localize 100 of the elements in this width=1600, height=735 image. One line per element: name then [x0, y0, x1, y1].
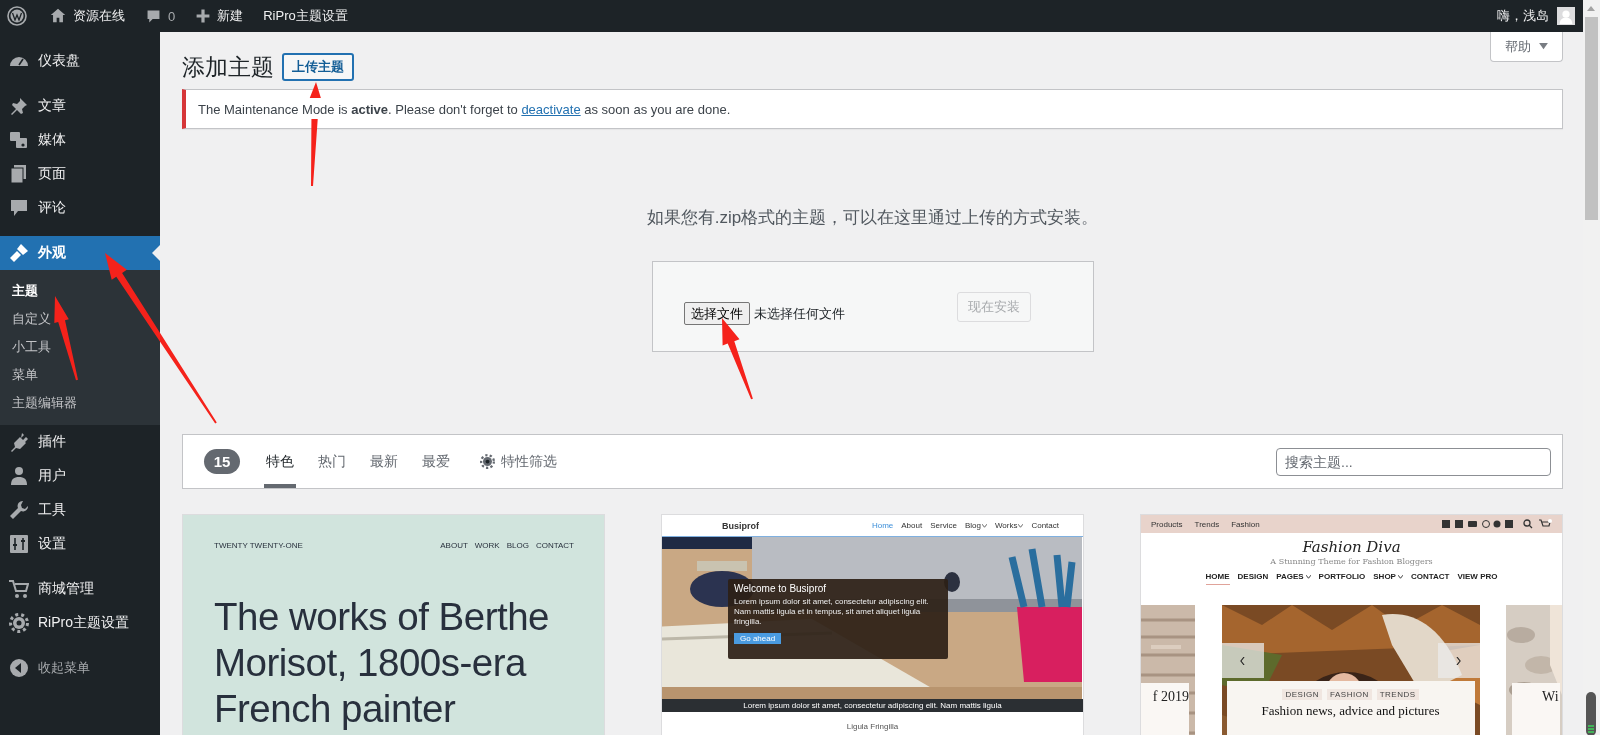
sidebar-item[interactable]: 设置 — [0, 527, 160, 561]
user-icon — [9, 466, 29, 486]
section-title: Ligula Fringilla — [845, 722, 900, 731]
nav-link[interactable]: HOME — [1205, 572, 1230, 585]
nav-link[interactable]: Blog — [964, 521, 987, 530]
site-tagline: A Stunning Theme for Fashion Bloggers — [1270, 557, 1433, 566]
theme-count: 15 — [204, 449, 240, 474]
plus-icon — [195, 8, 212, 24]
brush-icon — [9, 243, 29, 263]
feature-filter-link[interactable]: 特性筛选 — [480, 452, 557, 471]
top-link[interactable]: Products — [1151, 519, 1183, 529]
category-tag[interactable]: DESIGN — [1282, 689, 1323, 700]
pin-icon — [9, 96, 29, 116]
collapse-menu[interactable]: 收起菜单 — [0, 651, 160, 685]
nav-link: BLOG — [506, 541, 529, 550]
cart-icon — [9, 579, 29, 599]
notice-text: The Maintenance Mode is active. Please don't forget to deactivate as soon as you are done. — [198, 101, 731, 117]
nav-link[interactable]: PAGES — [1276, 572, 1311, 585]
hero-text: Lorem ipsum dolor sit amet, consectetur adipiscing elit. Nam mattis ligula et in tempus, sit amet aliquet ligula fringilla. — [734, 597, 930, 627]
sidebar-item[interactable]: 插件 — [0, 425, 160, 459]
nav-link[interactable]: SHOP — [1373, 572, 1403, 585]
plug-icon — [9, 432, 29, 452]
menu-link[interactable]: RiPro主题设置 — [253, 0, 358, 32]
chevron-right-icon — [1456, 656, 1461, 665]
wrench-icon — [9, 500, 29, 520]
comments-link[interactable]: 0 — [135, 0, 186, 32]
theme-card[interactable]: Products Trends Fashion Fashion Diva A Stunning Theme for Fashion Bloggers HOME DESIGN PAGES PORTFOLIO SHOP CONTACT VIEW PRO f 2019 DESIGN FASHION TRENDS Fashion news, advice and pictures Wi — [1140, 514, 1563, 735]
gear-icon — [480, 454, 495, 469]
slide-caption: Wi — [1512, 683, 1560, 735]
sidebar-item[interactable]: 页面 — [0, 157, 160, 191]
submenu-item[interactable]: 主题 — [0, 277, 160, 305]
account-link[interactable]: 嗨，浅岛 — [1489, 0, 1583, 32]
scrollbar-thumb[interactable] — [1585, 17, 1598, 220]
pages-icon — [9, 164, 29, 184]
top-link[interactable]: Fashion — [1231, 519, 1260, 529]
filter-tab[interactable]: 特色 — [264, 435, 296, 488]
media-icon — [9, 130, 29, 150]
filter-tab[interactable]: 最新 — [368, 435, 400, 488]
file-status: 未选择任何文件 — [753, 304, 845, 323]
theme-card[interactable] — [661, 514, 1084, 735]
sidebar-item[interactable]: 外观 — [0, 236, 160, 270]
nav-link[interactable]: PORTFOLIO — [1318, 572, 1366, 585]
headline: The works of Berthe Morisot, 1800s-era French painter — [214, 594, 550, 732]
category-tag[interactable]: TRENDS — [1376, 689, 1419, 700]
top-link[interactable]: Trends — [1194, 519, 1220, 529]
deactivate-link[interactable]: deactivate — [521, 101, 581, 117]
nav-link[interactable]: Home — [871, 521, 894, 530]
tagline-strip: Lorem ipsum dolor sit amet, consectetur adipiscing elit. Nam mattis ligula — [662, 699, 1083, 712]
upload-theme-button[interactable]: 上传主题 — [282, 53, 354, 81]
sidebar-item[interactable]: 仪表盘 — [0, 44, 160, 78]
nav-link[interactable]: Service — [930, 521, 957, 530]
filter-tab[interactable]: 热门 — [316, 435, 348, 488]
scroll-up-icon — [1587, 6, 1595, 11]
comment-icon — [9, 198, 29, 218]
search-field[interactable]: 搜索主题... — [1276, 447, 1551, 476]
nav-link: WORK — [474, 541, 500, 550]
nav-link[interactable]: CONTACT — [1410, 572, 1450, 585]
nav-link[interactable]: VIEW PRO — [1457, 572, 1498, 585]
theme-card[interactable]: TWENTY TWENTY-ONE ABOUT WORK BLOG CONTACT The works of Berthe Morisot, 1800s-era French painter — [182, 514, 605, 735]
help-button[interactable]: 帮助 — [1490, 32, 1563, 62]
category-tag[interactable]: FASHION — [1327, 689, 1372, 700]
hero-title: Welcome to Busiprof — [734, 583, 828, 594]
sidebar-item[interactable]: 用户 — [0, 459, 160, 493]
sidebar-item[interactable]: RiPro主题设置 — [0, 606, 160, 640]
gear-icon — [9, 613, 29, 633]
submenu-item[interactable]: 小工具 — [0, 333, 160, 361]
sidebar-item[interactable]: 工具 — [0, 493, 160, 527]
page-title: 添加主题 — [182, 52, 274, 82]
sidebar-item[interactable]: 媒体 — [0, 123, 160, 157]
choose-file-button[interactable]: 选择文件 — [683, 302, 750, 325]
chevron-left-icon — [1240, 656, 1245, 665]
filter-tab[interactable]: 最爱 — [420, 435, 452, 488]
chevron-icon — [1305, 574, 1311, 579]
slide-title: Fashion news, advice and pictures — [1261, 703, 1440, 719]
home-icon — [49, 7, 67, 25]
site-logo: Busiprof — [722, 520, 759, 531]
caret-icon — [1539, 43, 1548, 50]
chevron-icon — [1018, 523, 1024, 528]
site-logo: Fashion Diva — [1302, 538, 1401, 556]
nav-link: CONTACT — [535, 541, 574, 550]
scroll-widget-icon — [1586, 692, 1596, 735]
nav-link[interactable]: Works — [994, 521, 1024, 530]
sidebar-item[interactable]: 文章 — [0, 89, 160, 123]
site-link[interactable]: 资源在线 — [39, 0, 135, 32]
chevron-icon — [981, 523, 987, 528]
sliders-icon — [9, 534, 29, 554]
logo-icon[interactable] — [7, 6, 27, 26]
submenu-item[interactable]: 主题编辑器 — [0, 389, 160, 417]
collapse-icon — [9, 658, 29, 678]
sidebar-item[interactable]: 商城管理 — [0, 572, 160, 606]
submenu-item[interactable]: 自定义 — [0, 305, 160, 333]
nav-link[interactable]: DESIGN — [1237, 572, 1269, 585]
site-title: TWENTY TWENTY-ONE — [214, 541, 303, 550]
nav-link[interactable]: About — [901, 521, 923, 530]
submenu-item[interactable]: 菜单 — [0, 361, 160, 389]
pointer-icon — [152, 245, 160, 261]
chevron-icon — [1397, 574, 1403, 579]
nav-link[interactable]: Contact — [1031, 521, 1059, 530]
new-link[interactable]: 新建 — [185, 0, 254, 32]
sidebar-item[interactable]: 评论 — [0, 191, 160, 225]
